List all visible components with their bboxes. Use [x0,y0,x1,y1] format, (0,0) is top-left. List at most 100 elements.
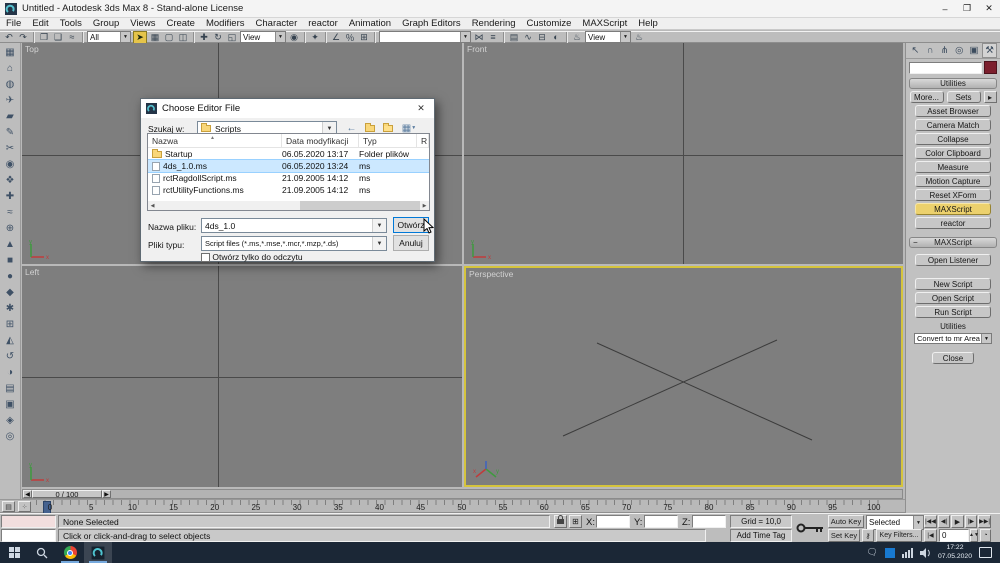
checkbox-icon[interactable] [201,253,210,262]
readonly-checkbox[interactable]: Otwórz tylko do odczytu [201,252,303,262]
left-toolbar-icon[interactable]: ✱ [2,301,19,316]
column-size[interactable]: R [417,134,429,147]
file-row[interactable]: rctRagdollScript.ms 21.09.2005 14:12 ms [148,172,429,184]
menu-maxscript[interactable]: MAXScript [582,18,627,29]
utility-reactor-button[interactable]: reactor [915,217,991,229]
render-scene-icon[interactable]: ♨ [571,32,583,43]
key-filters-button[interactable]: Key Filters... [876,529,922,542]
utility-motion-capture-button[interactable]: Motion Capture [915,175,991,187]
file-row-selected[interactable]: 4ds_1.0.ms 06.05.2020 13:24 ms [148,160,429,172]
left-toolbar-icon[interactable]: ● [2,269,19,284]
time-slider[interactable]: ◀ 0 / 100 ▶ [22,489,903,499]
filetype-dropdown[interactable]: Script files (*.ms,*.mse,*.mcr,*.mzp,*.d… [201,236,387,251]
selection-lock-icon[interactable] [554,515,567,528]
left-toolbar-icon[interactable]: ✚ [2,189,19,204]
left-toolbar-icon[interactable]: ✂ [2,141,19,156]
layer-manager-icon[interactable]: ▤ [508,32,520,43]
previous-frame-arrow-icon[interactable]: ◀ [23,490,32,498]
set-keys-icon[interactable]: ⚷ [862,529,874,542]
named-selection-sets-dropdown[interactable]: ▼ [379,31,471,43]
collapse-rollout-icon[interactable]: − [913,238,918,247]
select-and-manipulate-icon[interactable]: ✦ [309,32,321,43]
left-toolbar-icon[interactable]: ■ [2,253,19,268]
network-icon[interactable] [902,548,913,558]
dialog-close-icon[interactable]: ✕ [408,99,434,118]
menu-graph-editors[interactable]: Graph Editors [402,18,461,29]
open-script-button[interactable]: Open Script [915,292,991,304]
next-frame-icon[interactable]: |▶ [965,515,977,528]
motion-tab-icon[interactable]: ◎ [953,44,966,57]
select-object-icon[interactable]: ➤ [133,31,147,44]
more-button[interactable]: More... [910,91,944,103]
left-toolbar-icon[interactable]: ◭ [2,333,19,348]
left-toolbar-icon[interactable]: ≈ [2,205,19,220]
file-row[interactable]: rctUtilityFunctions.ms 21.09.2005 14:12 … [148,184,429,196]
rectangular-selection-icon[interactable]: ▢ [163,32,175,43]
dropdown-arrow-icon[interactable]: ▼ [981,334,991,343]
viewport-top-label[interactable]: Top [25,44,39,54]
snap-toggle-icon[interactable]: ∠ [330,32,342,43]
hierarchy-tab-icon[interactable]: ⋔ [938,44,951,57]
use-pivot-center-icon[interactable]: ◉ [288,32,300,43]
viewport-perspective[interactable]: Perspective xy [464,266,903,487]
utilities-tab-icon[interactable]: ⚒ [982,43,997,58]
next-frame-arrow-icon[interactable]: ▶ [102,490,111,498]
previous-frame-icon[interactable]: ◀| [938,515,950,528]
left-toolbar-icon[interactable]: ▤ [2,381,19,396]
key-mode-toggle-icon[interactable]: |◀ [924,529,937,542]
y-coordinate-field[interactable] [644,515,678,528]
align-icon[interactable]: ≡ [487,32,499,43]
left-toolbar-icon[interactable]: ◈ [2,413,19,428]
display-tab-icon[interactable]: ▣ [967,44,980,57]
menu-edit[interactable]: Edit [32,18,48,29]
menu-create[interactable]: Create [166,18,195,29]
menu-animation[interactable]: Animation [349,18,391,29]
left-toolbar-icon[interactable]: ▦ [2,45,19,60]
menu-rendering[interactable]: Rendering [472,18,516,29]
show-keys-button[interactable]: ⁘ [18,501,31,512]
unlink-selection-icon[interactable]: ❑ [52,32,64,43]
left-toolbar-icon[interactable]: ⌂ [2,61,19,76]
left-toolbar-icon[interactable]: ▣ [2,397,19,412]
cancel-button[interactable]: Anuluj [393,235,429,251]
configure-button-sets-icon[interactable]: ▸ [984,91,997,103]
left-toolbar-icon[interactable]: ▰ [2,109,19,124]
restore-button[interactable]: ❐ [956,1,978,17]
dropdown-arrow-icon[interactable]: ▼ [460,32,470,42]
left-toolbar-icon[interactable]: ❖ [2,173,19,188]
mini-listener-script-line[interactable] [1,529,56,542]
search-button[interactable] [28,542,56,563]
select-and-rotate-icon[interactable]: ↻ [212,32,224,43]
menu-customize[interactable]: Customize [527,18,572,29]
utility-collapse-button[interactable]: Collapse [915,133,991,145]
dropdown-arrow-icon[interactable]: ▼ [620,32,630,42]
x-coordinate-field[interactable] [596,515,630,528]
viewport-left-label[interactable]: Left [25,267,39,277]
viewport-left[interactable]: Left xy [22,266,462,487]
z-coordinate-field[interactable] [692,515,726,528]
quick-render-icon[interactable]: ♨ [633,32,645,43]
menu-modifiers[interactable]: Modifiers [206,18,245,29]
tray-chat-icon[interactable]: 🗨 [867,547,878,558]
chrome-taskbar-button[interactable] [56,542,84,563]
left-toolbar-icon[interactable]: ◎ [2,429,19,444]
left-toolbar-icon[interactable]: ⊞ [2,317,19,332]
utility-maxscript-button[interactable]: MAXScript [915,203,991,215]
auto-key-button[interactable]: Auto Key [828,515,864,528]
maxscript-rollout-header[interactable]: −MAXScript [909,237,997,248]
utility-color-clipboard-button[interactable]: Color Clipboard [915,147,991,159]
close-utility-button[interactable]: Close [932,352,974,364]
menu-views[interactable]: Views [130,18,155,29]
action-center-icon[interactable] [979,547,992,558]
schematic-view-icon[interactable]: ⊟ [536,32,548,43]
reference-coordinate-dropdown[interactable]: View▼ [240,31,286,43]
start-button[interactable] [0,542,28,563]
menu-group[interactable]: Group [93,18,119,29]
new-script-button[interactable]: New Script [915,278,991,290]
mirror-icon[interactable]: ⋈ [473,32,485,43]
create-tab-icon[interactable]: ↖ [909,44,922,57]
run-script-button[interactable]: Run Script [915,306,991,318]
column-type[interactable]: Typ [359,134,417,147]
current-frame-field[interactable]: 0 [939,529,969,542]
mini-listener-macro-line[interactable] [1,515,56,528]
